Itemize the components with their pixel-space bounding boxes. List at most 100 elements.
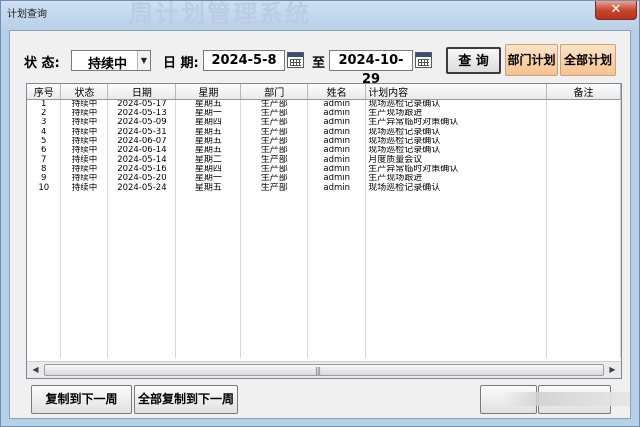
table-cell: 星期一 bbox=[175, 174, 242, 184]
table-cell: 星期五 bbox=[175, 183, 242, 193]
table-cell: 生产部 bbox=[240, 136, 309, 147]
table-row[interactable]: 1 持续中 2024-05-17 星期五 生产部 admin 现场巡检记录确认 bbox=[27, 99, 621, 109]
column-header[interactable]: 状态 bbox=[60, 84, 109, 100]
table-cell: 星期四 bbox=[175, 118, 242, 128]
table-cell: 2024-05-09 bbox=[107, 118, 177, 128]
calendar-icon[interactable] bbox=[287, 52, 304, 68]
date-from-field[interactable]: 2024-5-8 bbox=[203, 50, 285, 71]
table-cell bbox=[546, 174, 621, 184]
table-cell: 4 bbox=[27, 127, 62, 137]
scroll-left-icon[interactable]: ◀ bbox=[27, 362, 44, 378]
date-to-field[interactable]: 2024-10-29 bbox=[329, 50, 413, 87]
horizontal-scrollbar[interactable]: ◀ ||| ▶ bbox=[27, 361, 621, 378]
grip-icon: ||| bbox=[315, 366, 321, 375]
table-cell: 生产部 bbox=[240, 127, 309, 137]
table-cell: admin bbox=[307, 118, 367, 128]
table-cell: 月度质量会议 bbox=[365, 155, 548, 165]
date-label: 日 期: bbox=[163, 56, 199, 71]
column-header[interactable]: 姓名 bbox=[307, 84, 367, 100]
table-cell: 生产部 bbox=[240, 99, 309, 109]
table-cell: 生产部 bbox=[240, 109, 309, 119]
table-row[interactable]: 3 持续中 2024-05-09 星期四 生产部 admin 生产异常临时对策确认 bbox=[27, 118, 621, 128]
scrollbar-thumb[interactable]: ||| bbox=[44, 364, 604, 376]
to-label: 至 bbox=[312, 56, 326, 71]
column-header[interactable]: 日期 bbox=[107, 84, 177, 100]
scroll-right-icon[interactable]: ▶ bbox=[604, 362, 621, 378]
plan-table[interactable]: 序号 状态 日期 星期 部门 姓名 计划内容 备注 1 持续中 2024-05-17… bbox=[26, 83, 622, 379]
status-combo[interactable]: 持续中 ▼ bbox=[71, 50, 151, 72]
table-cell: 8 bbox=[27, 164, 62, 175]
table-row[interactable]: 7 持续中 2024-05-14 星期二 生产部 admin 月度质量会议 bbox=[27, 155, 621, 165]
table-row[interactable]: 10 持续中 2024-05-24 星期五 生产部 admin 现场巡检记录确认 bbox=[27, 183, 621, 193]
client-area: 状 态: 持续中 ▼ 日 期: 2024-5-8 至 2024-10-29 查 … bbox=[9, 30, 631, 419]
column-header[interactable]: 备注 bbox=[546, 84, 621, 100]
table-cell: 3 bbox=[27, 118, 62, 128]
window-title: 计划查询 bbox=[7, 9, 47, 20]
empty-table-area bbox=[27, 192, 621, 358]
watermark-overlay bbox=[502, 392, 630, 406]
column-header[interactable]: 计划内容 bbox=[365, 84, 548, 100]
table-cell: 持续中 bbox=[60, 127, 109, 137]
empty-cell bbox=[240, 192, 309, 358]
table-cell: 持续中 bbox=[60, 118, 109, 128]
table-cell: 生产现场跟进 bbox=[365, 109, 548, 119]
table-cell: 现场巡检记录确认 bbox=[365, 99, 548, 109]
empty-cell bbox=[365, 192, 548, 358]
column-header[interactable]: 星期 bbox=[175, 84, 242, 100]
table-cell: 星期五 bbox=[175, 146, 242, 156]
table-cell: 2024-05-17 bbox=[107, 99, 177, 109]
table-cell: admin bbox=[307, 146, 367, 156]
table-row[interactable]: 9 持续中 2024-05-20 星期一 生产部 admin 生产现场跟进 bbox=[27, 174, 621, 184]
table-cell: 持续中 bbox=[60, 136, 109, 147]
table-cell: 持续中 bbox=[60, 183, 109, 193]
table-cell: 现场巡检记录确认 bbox=[365, 146, 548, 156]
table-cell: 2024-05-13 bbox=[107, 109, 177, 119]
table-row[interactable]: 4 持续中 2024-05-31 星期五 生产部 admin 现场巡检记录确认 bbox=[27, 127, 621, 137]
table-cell: 9 bbox=[27, 174, 62, 184]
chevron-down-icon[interactable]: ▼ bbox=[137, 51, 150, 70]
table-cell: 持续中 bbox=[60, 146, 109, 156]
table-cell bbox=[546, 164, 621, 175]
table-cell: 现场巡检记录确认 bbox=[365, 136, 548, 147]
close-icon: ✕ bbox=[610, 2, 622, 17]
table-row[interactable]: 8 持续中 2024-05-16 星期四 生产部 admin 生产异常临时对策确认 bbox=[27, 164, 621, 175]
table-cell bbox=[546, 99, 621, 109]
table-cell: 生产部 bbox=[240, 183, 309, 193]
query-button[interactable]: 查 询 bbox=[446, 47, 501, 74]
table-cell: 2024-05-31 bbox=[107, 127, 177, 137]
copy-all-next-week-button[interactable]: 全部复制到下一周 bbox=[134, 385, 238, 414]
table-row[interactable]: 6 持续中 2024-06-14 星期五 生产部 admin 现场巡检记录确认 bbox=[27, 146, 621, 156]
calendar-icon[interactable] bbox=[415, 52, 432, 68]
table-row[interactable]: 2 持续中 2024-05-13 星期一 生产部 admin 生产现场跟进 bbox=[27, 109, 621, 119]
dept-plan-button[interactable]: 部门计划 bbox=[505, 44, 558, 76]
table-cell bbox=[546, 183, 621, 193]
all-plan-button[interactable]: 全部计划 bbox=[560, 44, 616, 76]
table-cell: 星期四 bbox=[175, 164, 242, 175]
title-bar[interactable]: 周计划管理系统 计划查询 ✕ bbox=[1, 0, 639, 28]
table-cell bbox=[546, 118, 621, 128]
table-cell: 持续中 bbox=[60, 174, 109, 184]
column-header[interactable]: 部门 bbox=[240, 84, 309, 100]
empty-cell bbox=[546, 192, 621, 358]
table-cell: 持续中 bbox=[60, 109, 109, 119]
table-cell: 生产部 bbox=[240, 118, 309, 128]
table-cell: admin bbox=[307, 183, 367, 193]
table-cell: admin bbox=[307, 99, 367, 109]
table-cell: 星期一 bbox=[175, 109, 242, 119]
table-cell bbox=[546, 109, 621, 119]
close-button[interactable]: ✕ bbox=[595, 1, 637, 20]
table-cell: admin bbox=[307, 174, 367, 184]
table-cell: 持续中 bbox=[60, 155, 109, 165]
table-cell: 2024-06-14 bbox=[107, 146, 177, 156]
table-cell: 生产部 bbox=[240, 174, 309, 184]
empty-cell bbox=[27, 192, 62, 358]
table-cell bbox=[546, 155, 621, 165]
table-cell: 现场巡检记录确认 bbox=[365, 127, 548, 137]
table-cell bbox=[546, 127, 621, 137]
column-header[interactable]: 序号 bbox=[27, 84, 62, 100]
table-cell: admin bbox=[307, 164, 367, 175]
status-label: 状 态: bbox=[24, 56, 60, 71]
table-header: 序号 状态 日期 星期 部门 姓名 计划内容 备注 bbox=[27, 84, 621, 100]
table-row[interactable]: 5 持续中 2024-06-07 星期五 生产部 admin 现场巡检记录确认 bbox=[27, 136, 621, 147]
copy-next-week-button[interactable]: 复制到下一周 bbox=[31, 385, 132, 414]
